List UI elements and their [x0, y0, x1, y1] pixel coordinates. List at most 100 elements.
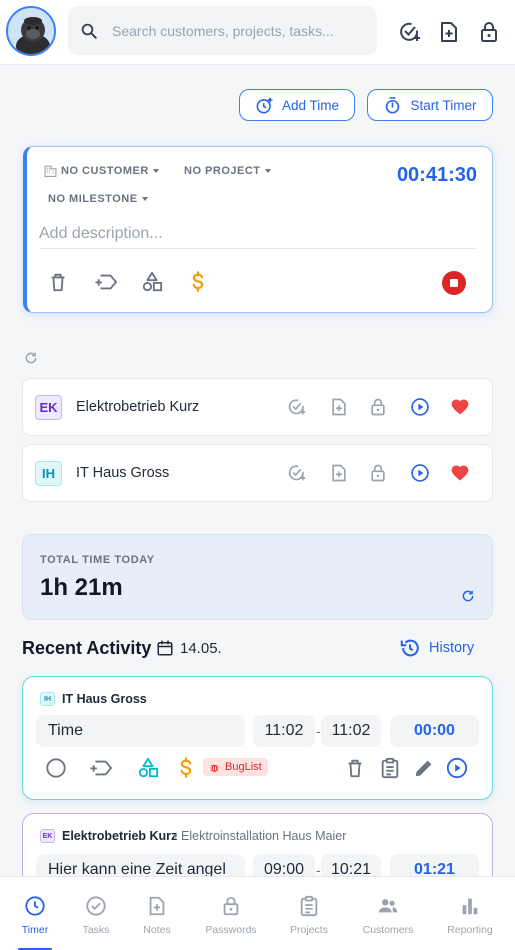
start-timer-label: Start Timer — [410, 97, 477, 113]
lock-icon[interactable] — [368, 463, 388, 483]
circle-icon[interactable] — [45, 757, 67, 779]
nav-item-notes[interactable]: Notes — [126, 877, 188, 950]
tag-label: BugList — [225, 761, 262, 773]
nav-item-timer[interactable]: Timer — [4, 877, 66, 950]
dollar-icon[interactable] — [175, 757, 197, 779]
recent-activity-title: Recent Activity — [22, 638, 152, 658]
lock-icon — [223, 896, 239, 916]
customer-label: NO CUSTOMER — [61, 165, 149, 177]
stop-timer-button[interactable] — [442, 271, 466, 295]
refresh-icon[interactable] — [461, 589, 475, 603]
stopwatch-icon — [386, 96, 400, 113]
customer-name: Elektrobetrieb Kurz — [76, 399, 200, 415]
trash-icon[interactable] — [344, 757, 366, 779]
nav-label: Notes — [143, 924, 171, 936]
project-dropdown[interactable]: NO PROJECT — [184, 165, 271, 177]
gorilla-avatar[interactable] — [6, 6, 56, 56]
tag-chip[interactable]: BugList — [203, 758, 268, 776]
nav-item-projects[interactable]: Projects — [278, 877, 340, 950]
nav-label: Reporting — [447, 924, 493, 936]
play-icon[interactable] — [410, 463, 430, 483]
shapes-icon[interactable] — [137, 757, 159, 779]
add-time-button[interactable]: Add Time — [239, 89, 355, 121]
customer-dropdown[interactable]: NO CUSTOMER — [44, 165, 159, 177]
people-icon — [378, 899, 398, 913]
customer-name: IT Haus Gross — [76, 465, 170, 481]
active-timer-card: NO CUSTOMER NO PROJECT NO MILESTONE 00:4… — [23, 146, 493, 313]
play-icon[interactable] — [410, 397, 430, 417]
search-input[interactable]: Search customers, projects, tasks... — [112, 23, 334, 39]
lock-icon[interactable] — [477, 20, 501, 44]
nav-label: Passwords — [205, 924, 257, 936]
history-icon — [400, 639, 419, 657]
note-add-icon[interactable] — [437, 20, 461, 44]
nav-item-tasks[interactable]: Tasks — [65, 877, 127, 950]
time-entry-card[interactable]: IH IT Haus Gross Time 11:02 - 11:02 00:0… — [22, 676, 493, 800]
entry-customer: Elektrobetrieb Kurz — [62, 829, 178, 843]
heart-icon[interactable] — [450, 463, 470, 483]
clock-plus-icon — [256, 97, 273, 113]
search-icon — [81, 23, 97, 39]
total-time-card: TOTAL TIME TODAY 1h 21m — [22, 534, 493, 620]
entry-project: Elektroinstallation Haus Maier — [181, 829, 347, 843]
building-icon — [44, 165, 57, 177]
clock-icon — [25, 896, 45, 916]
nav-label: Timer — [21, 924, 49, 936]
project-label: NO PROJECT — [184, 165, 261, 177]
note-add-icon[interactable] — [329, 397, 349, 417]
refresh-icon[interactable] — [24, 351, 38, 365]
customer-badge: IH — [40, 692, 55, 706]
start-timer-button[interactable]: Start Timer — [367, 89, 493, 121]
pencil-icon[interactable] — [413, 757, 435, 779]
calendar-icon[interactable] — [156, 639, 174, 657]
caret-down-icon — [264, 169, 271, 173]
tag-add-icon[interactable] — [89, 757, 112, 779]
note-add-icon[interactable] — [329, 463, 349, 483]
entry-end-field[interactable]: 11:02 — [321, 715, 381, 747]
favorite-row[interactable]: IH IT Haus Gross — [22, 444, 493, 502]
history-button[interactable]: History — [399, 637, 474, 659]
lock-icon[interactable] — [368, 397, 388, 417]
bullet-separator: • — [173, 829, 178, 843]
trash-icon[interactable] — [47, 271, 69, 293]
task-add-icon[interactable] — [287, 463, 307, 483]
customer-badge: EK — [35, 395, 62, 420]
task-add-icon[interactable] — [287, 397, 307, 417]
clipboard-icon[interactable] — [379, 757, 401, 779]
customer-badge: EK — [40, 829, 55, 843]
entry-customer: IT Haus Gross — [62, 692, 147, 706]
customer-badge: IH — [35, 461, 62, 486]
gorilla-icon — [16, 17, 50, 54]
favorite-row[interactable]: EK Elektrobetrieb Kurz — [22, 378, 493, 436]
milestone-dropdown[interactable]: NO MILESTONE — [48, 193, 148, 205]
heart-icon[interactable] — [450, 397, 470, 417]
total-time-label: TOTAL TIME TODAY — [40, 554, 155, 566]
nav-item-customers[interactable]: Customers — [357, 877, 419, 950]
play-icon[interactable] — [446, 757, 468, 779]
task-add-icon[interactable] — [398, 20, 422, 44]
history-label: History — [429, 640, 475, 656]
nav-label: Customers — [362, 924, 414, 936]
elapsed-time: 00:41:30 — [396, 164, 477, 186]
shapes-icon[interactable] — [141, 271, 163, 293]
nav-item-passwords[interactable]: Passwords — [200, 877, 262, 950]
caret-down-icon — [141, 197, 148, 201]
app-header: Search customers, projects, tasks... — [0, 0, 515, 65]
add-time-label: Add Time — [281, 97, 340, 113]
tag-add-icon[interactable] — [94, 271, 117, 293]
entry-description-field[interactable]: Time — [36, 715, 245, 747]
entry-duration[interactable]: 00:00 — [390, 715, 479, 747]
note-add-icon — [149, 896, 165, 916]
nav-label: Projects — [290, 924, 328, 936]
nav-item-reporting[interactable]: Reporting — [439, 877, 501, 950]
bar-chart-icon — [462, 898, 478, 915]
check-circle-icon — [86, 896, 106, 916]
entry-start-field[interactable]: 11:02 — [253, 715, 315, 747]
dollar-icon[interactable] — [187, 271, 209, 293]
recent-date[interactable]: 14.05. — [180, 640, 222, 657]
stop-icon — [442, 271, 466, 295]
description-input[interactable]: Add description... — [39, 225, 476, 249]
nav-label: Tasks — [82, 924, 110, 936]
bug-icon — [210, 764, 219, 772]
search-box[interactable]: Search customers, projects, tasks... — [68, 6, 377, 55]
